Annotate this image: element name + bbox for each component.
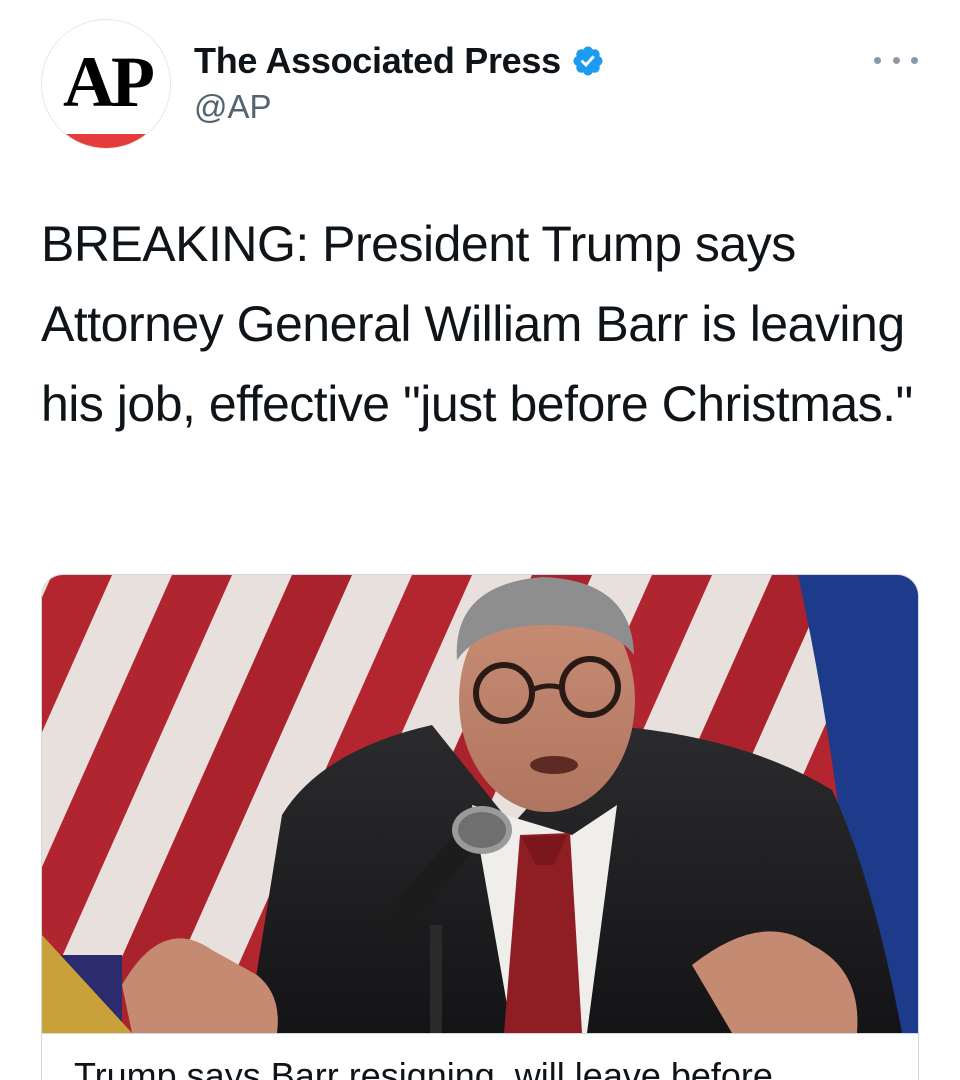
avatar-text: AP (63, 42, 153, 122)
card-image (42, 575, 918, 1033)
verified-badge-icon (571, 44, 605, 78)
news-photo (42, 575, 918, 1033)
more-dot (874, 56, 881, 64)
card-title[interactable]: Trump says Barr resigning, will leave be… (74, 1055, 773, 1080)
avatar[interactable]: AP (41, 19, 171, 149)
author-name-row: The Associated Press (194, 38, 605, 84)
display-name[interactable]: The Associated Press (194, 40, 561, 82)
logo-stripe (60, 134, 154, 148)
more-options-icon[interactable] (874, 48, 918, 72)
link-card[interactable]: Trump says Barr resigning, will leave be… (41, 574, 919, 1080)
more-dot (892, 56, 900, 64)
user-handle[interactable]: @AP (194, 88, 272, 126)
tweet-text: BREAKING: President Trump says Attorney … (41, 216, 913, 432)
ap-logo: AP (42, 20, 170, 148)
tweet: AP The Associated Press @AP BREAKING: Pr… (0, 0, 960, 1080)
more-dot (911, 56, 918, 64)
card-divider (42, 1033, 918, 1034)
